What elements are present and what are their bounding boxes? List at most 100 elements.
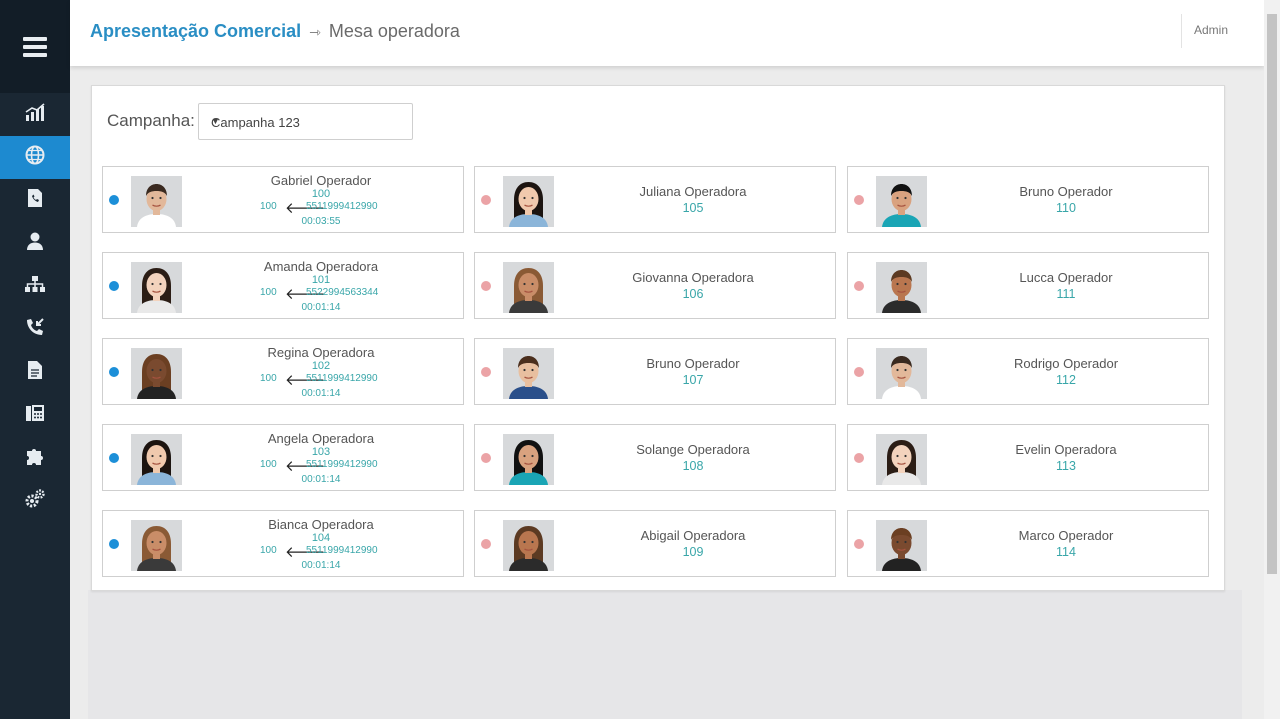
status-dot bbox=[481, 281, 491, 291]
operator-card[interactable]: Bianca Operadora 104 100 🡐 5511999412990… bbox=[102, 510, 464, 577]
operator-card[interactable]: Regina Operadora 102 100 🡐 5511999412990… bbox=[102, 338, 464, 405]
avatar bbox=[503, 520, 554, 571]
operator-extension: 106 bbox=[682, 287, 704, 301]
scrollbar-thumb[interactable] bbox=[1267, 14, 1277, 574]
operator-extension: 114 bbox=[1056, 545, 1076, 559]
operator-card[interactable]: Evelin Operadora 113 bbox=[847, 424, 1209, 491]
operator-name: Marco Operador bbox=[1018, 528, 1114, 543]
campaign-select[interactable]: Campanha 123 ▼ bbox=[198, 103, 413, 140]
scrollbar[interactable] bbox=[1264, 0, 1280, 719]
sidebar-item-user[interactable] bbox=[0, 222, 70, 265]
breadcrumb-root[interactable]: Apresentação Comercial bbox=[90, 21, 301, 41]
operator-card[interactable]: Amanda Operadora 101 100 🡐 5522994563344… bbox=[102, 252, 464, 319]
avatar bbox=[503, 262, 554, 313]
campaign-label: Campanha: bbox=[107, 111, 195, 130]
globe-icon bbox=[24, 144, 46, 171]
hamburger-icon bbox=[23, 33, 47, 61]
operator-name: Bruno Operador bbox=[646, 356, 740, 371]
avatar bbox=[131, 176, 182, 227]
operator-extension: 109 bbox=[682, 545, 704, 559]
operator-name: Abigail Operadora bbox=[640, 528, 746, 543]
operator-name: Bianca Operadora bbox=[268, 517, 374, 532]
operator-name: Juliana Operadora bbox=[639, 184, 747, 199]
operator-card[interactable]: Juliana Operadora 105 bbox=[474, 166, 836, 233]
user-menu[interactable]: Admin bbox=[1194, 23, 1228, 37]
breadcrumb-separator: ⇾ bbox=[309, 24, 321, 40]
call-number: 5522994563344 bbox=[306, 287, 379, 298]
call-duration: 00:03:55 bbox=[301, 216, 341, 227]
status-dot bbox=[854, 453, 864, 463]
sitemap-icon bbox=[24, 273, 46, 300]
avatar bbox=[876, 176, 927, 227]
operator-name: Regina Operadora bbox=[267, 345, 375, 360]
sidebar-item-fax[interactable] bbox=[0, 394, 70, 437]
call-duration: 00:01:14 bbox=[301, 560, 341, 571]
call-from: 100 bbox=[260, 287, 277, 298]
operator-card[interactable]: Solange Operadora 108 bbox=[474, 424, 836, 491]
avatar bbox=[503, 348, 554, 399]
status-dot bbox=[854, 539, 864, 549]
operator-card[interactable]: Gabriel Operador 100 100 🡐 5511999412990… bbox=[102, 166, 464, 233]
menu-toggle-button[interactable] bbox=[0, 0, 70, 93]
status-dot bbox=[854, 281, 864, 291]
call-number: 5511999412990 bbox=[306, 459, 378, 470]
status-dot bbox=[854, 195, 864, 205]
status-dot bbox=[481, 195, 491, 205]
operator-panel: Campanha: Campanha 123 ▼ Gabriel Operado… bbox=[91, 85, 1225, 591]
sidebar-item-phone-document[interactable] bbox=[0, 179, 70, 222]
operator-name: Solange Operadora bbox=[636, 442, 750, 457]
status-dot bbox=[109, 195, 119, 205]
operator-card[interactable]: Giovanna Operadora 106 bbox=[474, 252, 836, 319]
operator-card[interactable]: Angela Operadora 103 100 🡐 5511999412990… bbox=[102, 424, 464, 491]
operator-extension: 111 bbox=[1056, 287, 1076, 301]
operator-card[interactable]: Bruno Operador 110 bbox=[847, 166, 1209, 233]
avatar bbox=[503, 176, 554, 227]
status-dot bbox=[109, 367, 119, 377]
operator-extension: 105 bbox=[682, 201, 704, 215]
bar-chart-icon bbox=[24, 101, 46, 128]
operator-name: Giovanna Operadora bbox=[632, 270, 754, 285]
operator-card[interactable]: Abigail Operadora 109 bbox=[474, 510, 836, 577]
operator-card[interactable]: Bruno Operador 107 bbox=[474, 338, 836, 405]
operator-card[interactable]: Marco Operador 114 bbox=[847, 510, 1209, 577]
sidebar-item-puzzle[interactable] bbox=[0, 437, 70, 480]
operator-name: Angela Operadora bbox=[267, 431, 375, 446]
top-bar: Apresentação Comercial ⇾ Mesa operadora … bbox=[70, 0, 1264, 66]
status-dot bbox=[854, 367, 864, 377]
operator-extension: 113 bbox=[1056, 459, 1076, 473]
operator-card[interactable]: Rodrigo Operador 112 bbox=[847, 338, 1209, 405]
call-number: 5511999412990 bbox=[306, 373, 378, 384]
operator-card[interactable]: Lucca Operador 111 bbox=[847, 252, 1209, 319]
puzzle-icon bbox=[24, 445, 46, 472]
status-dot bbox=[481, 367, 491, 377]
sidebar-item-gears[interactable] bbox=[0, 480, 70, 523]
sidebar-item-bar-chart[interactable] bbox=[0, 93, 70, 136]
page-title: Apresentação Comercial ⇾ Mesa operadora bbox=[90, 21, 460, 42]
operator-extension: 110 bbox=[1056, 201, 1076, 215]
sidebar-item-globe[interactable] bbox=[0, 136, 70, 179]
sidebar-item-incoming-call[interactable] bbox=[0, 308, 70, 351]
status-dot bbox=[109, 453, 119, 463]
avatar bbox=[876, 434, 927, 485]
sidebar-item-document[interactable] bbox=[0, 351, 70, 394]
breadcrumb-current: Mesa operadora bbox=[328, 21, 460, 41]
user-icon bbox=[24, 230, 46, 257]
operator-name: Evelin Operadora bbox=[1015, 442, 1117, 457]
operator-name: Lucca Operador bbox=[1019, 270, 1113, 285]
avatar bbox=[131, 434, 182, 485]
call-from: 100 bbox=[260, 373, 277, 384]
avatar bbox=[131, 520, 182, 571]
gears-icon bbox=[24, 488, 46, 515]
document-icon bbox=[24, 359, 46, 386]
avatar bbox=[503, 434, 554, 485]
avatar bbox=[876, 520, 927, 571]
avatar bbox=[876, 348, 927, 399]
avatar bbox=[876, 262, 927, 313]
call-duration: 00:01:14 bbox=[301, 388, 341, 399]
call-duration: 00:01:14 bbox=[301, 302, 341, 313]
sidebar-item-sitemap[interactable] bbox=[0, 265, 70, 308]
operator-name: Bruno Operador bbox=[1019, 184, 1113, 199]
call-from: 100 bbox=[260, 545, 277, 556]
fax-icon bbox=[24, 402, 46, 429]
sidebar bbox=[0, 0, 70, 719]
